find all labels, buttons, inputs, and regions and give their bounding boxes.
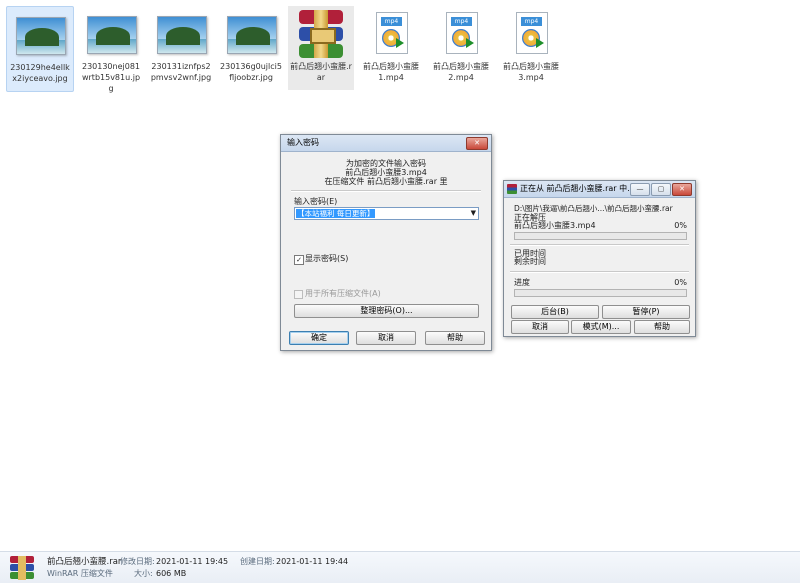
file-name: 前凸后翘小蛮腰3.mp4	[503, 62, 559, 82]
rar-archive-icon	[10, 556, 34, 580]
show-password-checkbox[interactable]: ✓	[294, 255, 304, 265]
divider	[510, 244, 689, 246]
file-item[interactable]: 前凸后翘小蛮腰.rar	[288, 6, 354, 90]
password-input[interactable]: 【本站福利 每日更新】 ▼	[294, 207, 479, 220]
organize-passwords-button[interactable]: 整理密码(O)...	[294, 304, 479, 318]
file-name: 前凸后翘小蛮腰2.mp4	[433, 62, 489, 82]
modified-date-label: 修改日期:	[120, 557, 155, 566]
current-file: 前凸后翘小蛮腰3.mp4	[514, 221, 596, 230]
file-name: 230129he4ellkx2iyceavo.jpg	[10, 63, 70, 83]
size-label: 大小:	[134, 569, 153, 578]
file-item[interactable]: 230130nej081wrtb15v81u.jpg	[78, 6, 144, 93]
show-password-label[interactable]: 显示密码(S)	[305, 254, 348, 264]
file-item[interactable]: 230131iznfps2pmvsv2wnf.jpg	[148, 6, 214, 90]
password-value: 【本站福利 每日更新】	[296, 209, 376, 218]
video-file-icon: mp4	[503, 10, 559, 58]
image-thumbnail	[153, 10, 209, 58]
file-type: WinRAR 压缩文件	[47, 569, 113, 578]
cancel-button[interactable]: 取消	[356, 331, 416, 345]
file-name: 前凸后翘小蛮腰1.mp4	[363, 62, 419, 82]
remaining-time-label: 剩余时间	[514, 257, 546, 266]
extraction-dialog: 正在从 前凸后翘小蛮腰.rar 中... — ▢ ✕ D:\图片\我逼\前凸后翘…	[503, 180, 696, 337]
dialog-title: 正在从 前凸后翘小蛮腰.rar 中...	[520, 184, 635, 193]
background-button[interactable]: 后台(B)	[511, 305, 599, 319]
help-button[interactable]: 帮助	[425, 331, 485, 345]
file-size: 606 MB	[156, 569, 187, 578]
file-item[interactable]: mp4 前凸后翘小蛮腰3.mp4	[498, 6, 564, 90]
rar-archive-icon	[293, 10, 349, 58]
ok-button[interactable]: 确定	[289, 331, 349, 345]
image-thumbnail	[223, 10, 279, 58]
password-dialog: 输入密码 ✕ 为加密的文件输入密码 前凸后翘小蛮腰3.mp4 在压缩文件 前凸后…	[280, 134, 492, 351]
pause-button[interactable]: 暂停(P)	[602, 305, 690, 319]
image-thumbnail	[12, 11, 68, 59]
created-date-label: 创建日期:	[240, 557, 275, 566]
file-item[interactable]: mp4 前凸后翘小蛮腰1.mp4	[358, 6, 424, 90]
selected-file-name: 前凸后翘小蛮腰.rar	[47, 557, 122, 567]
file-name: 230131iznfps2pmvsv2wnf.jpg	[150, 62, 212, 82]
file-name: 230136g0ujlci5fljoobzr.jpg	[220, 62, 282, 82]
file-name: 230130nej081wrtb15v81u.jpg	[81, 62, 141, 93]
extraction-dialog-titlebar[interactable]: 正在从 前凸后翘小蛮腰.rar 中... — ▢ ✕	[504, 181, 695, 198]
file-percent: 0%	[674, 221, 687, 230]
help-button[interactable]: 帮助	[634, 320, 690, 334]
mode-button[interactable]: 模式(M)...	[571, 320, 631, 334]
maximize-button[interactable]: ▢	[651, 183, 671, 196]
file-progress-bar	[514, 232, 687, 240]
file-item[interactable]: 230129he4ellkx2iyceavo.jpg	[6, 6, 74, 92]
progress-label: 进度	[514, 278, 530, 287]
file-name: 前凸后翘小蛮腰.rar	[290, 62, 352, 82]
minimize-button[interactable]: —	[630, 183, 650, 196]
created-date: 2021-01-11 19:44	[276, 557, 349, 566]
modified-date: 2021-01-11 19:45	[156, 557, 229, 566]
archive-location: 在压缩文件 前凸后翘小蛮腰.rar 里	[324, 177, 448, 186]
divider	[510, 271, 689, 273]
all-archives-label: 用于所有压缩文件(A)	[305, 289, 381, 298]
close-button[interactable]: ✕	[672, 183, 692, 196]
details-pane: 前凸后翘小蛮腰.rar WinRAR 压缩文件 修改日期: 2021-01-11…	[0, 551, 800, 583]
password-dialog-titlebar[interactable]: 输入密码 ✕	[281, 135, 491, 152]
all-archives-checkbox	[294, 290, 303, 299]
password-label: 输入密码(E)	[294, 197, 338, 206]
divider	[291, 190, 481, 192]
dialog-title: 输入密码	[287, 138, 319, 147]
file-item[interactable]: 230136g0ujlci5fljoobzr.jpg	[218, 6, 284, 90]
progress-percent: 0%	[674, 278, 687, 287]
file-item[interactable]: mp4 前凸后翘小蛮腰2.mp4	[428, 6, 494, 90]
video-file-icon: mp4	[433, 10, 489, 58]
cancel-button[interactable]: 取消	[511, 320, 569, 334]
video-file-icon: mp4	[363, 10, 419, 58]
chevron-down-icon[interactable]: ▼	[471, 208, 476, 219]
total-progress-bar	[514, 289, 687, 297]
winrar-icon	[507, 184, 517, 194]
image-thumbnail	[83, 10, 139, 58]
close-button[interactable]: ✕	[466, 137, 488, 150]
